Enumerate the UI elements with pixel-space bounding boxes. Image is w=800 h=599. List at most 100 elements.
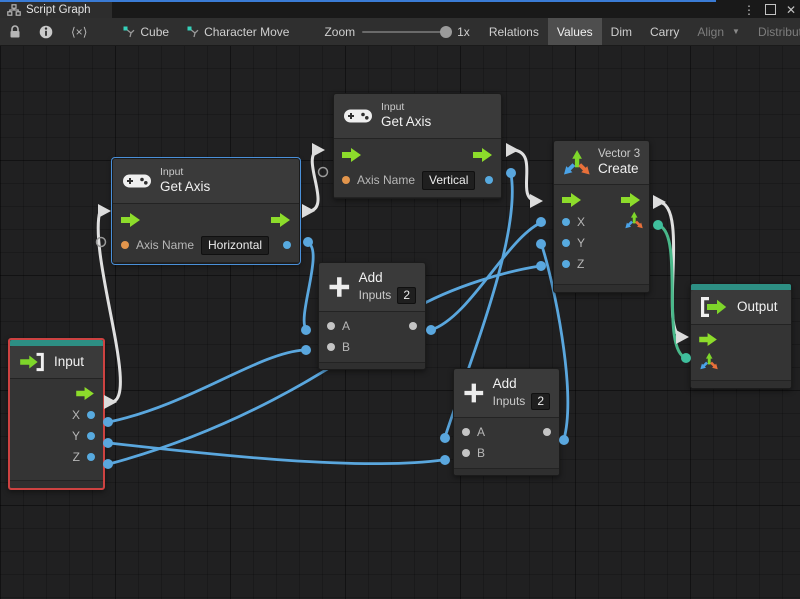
zoom-slider-handle[interactable]	[440, 26, 452, 38]
add2-a-port[interactable]	[440, 433, 450, 443]
port-y-input[interactable]	[562, 239, 570, 247]
vector3-input-port-icon[interactable]	[699, 352, 718, 371]
gamepad-icon	[122, 172, 152, 190]
getaxis-v-axisname-unconnected-port[interactable]	[319, 168, 328, 177]
wire-add1-to-vector3-x	[431, 223, 540, 330]
kebab-menu-icon[interactable]: ⋮	[743, 4, 755, 16]
control-in-arrow-icon	[121, 213, 141, 227]
control-in-arrow-icon	[342, 148, 362, 162]
getaxis-h-control-in-port[interactable]	[98, 204, 111, 218]
getaxis-h-control-out-port[interactable]	[302, 204, 315, 218]
node-title: Get Axis	[160, 179, 210, 196]
node-title: Output	[737, 299, 778, 316]
dim-toggle[interactable]: Dim	[602, 18, 641, 45]
breadcrumb-label: Character Move	[204, 25, 289, 39]
port-label-z: Z	[73, 450, 80, 464]
port-a-input[interactable]	[327, 322, 335, 330]
port-x-input[interactable]	[562, 218, 570, 226]
port-z-input[interactable]	[562, 260, 570, 268]
getaxis-h-axisname-unconnected-port[interactable]	[97, 238, 106, 247]
dropdown-label: Align	[697, 25, 724, 39]
getaxis-v-control-in-port[interactable]	[312, 143, 325, 157]
info-button[interactable]	[30, 18, 62, 45]
node-vector3-create[interactable]: Vector 3 Create X Y Z	[553, 140, 650, 293]
port-a-input[interactable]	[462, 428, 470, 436]
wire-getaxis-vertical-to-vector3	[513, 150, 536, 201]
node-footer	[113, 262, 299, 263]
close-icon[interactable]: ✕	[786, 4, 796, 16]
vector3-icon	[562, 149, 590, 177]
inputs-label: Inputs	[359, 288, 392, 303]
control-in-arrow-icon	[562, 193, 582, 207]
node-footer	[454, 468, 559, 475]
lock-icon	[9, 25, 21, 39]
node-get-axis-vertical[interactable]: Input Get Axis Axis Name Vertical	[333, 93, 502, 199]
getaxis-v-result-port[interactable]	[506, 168, 516, 178]
lock-button[interactable]	[0, 18, 30, 45]
axis-name-input-port[interactable]	[121, 241, 129, 249]
tab-title: Script Graph	[26, 4, 91, 16]
vector3-control-out-port[interactable]	[653, 195, 666, 209]
unity-script-graph-window: { "window": { "tab_title": "Script Graph…	[0, 0, 800, 599]
port-b-input[interactable]	[462, 449, 470, 457]
getaxis-v-control-out-port[interactable]	[506, 143, 519, 157]
output-control-in-port[interactable]	[676, 330, 689, 344]
align-dropdown[interactable]: Align ▼	[688, 18, 749, 45]
zoom-slider[interactable]	[362, 31, 450, 33]
node-add-2[interactable]: Add Inputs 2 A B	[453, 368, 560, 476]
dropdown-label: Distribute	[758, 25, 800, 39]
node-footer	[334, 197, 501, 198]
sum-output-port[interactable]	[409, 322, 417, 330]
add2-sum-port[interactable]	[559, 435, 569, 445]
node-get-axis-horizontal[interactable]: Input Get Axis Axis Name Horizontal	[112, 158, 300, 264]
node-add-1[interactable]: Add Inputs 2 A B	[318, 262, 426, 370]
graph-breadcrumb-cube[interactable]: Cube	[114, 18, 178, 45]
port-label-x: X	[577, 215, 585, 229]
vector3-y-port[interactable]	[536, 239, 546, 249]
result-output-port[interactable]	[485, 176, 493, 184]
node-output-event[interactable]: Output	[690, 283, 792, 389]
port-x-output[interactable]	[87, 411, 95, 419]
node-title: Add	[493, 376, 550, 393]
port-z-output[interactable]	[87, 453, 95, 461]
add1-sum-port[interactable]	[426, 325, 436, 335]
graph-breadcrumb-character-move[interactable]: Character Move	[178, 18, 298, 45]
info-icon	[39, 25, 53, 39]
getaxis-h-result-port[interactable]	[303, 237, 313, 247]
gamepad-icon	[343, 107, 373, 125]
result-output-port[interactable]	[283, 241, 291, 249]
port-y-output[interactable]	[87, 432, 95, 440]
wire-vector3-result-to-output	[660, 226, 686, 358]
distribute-dropdown[interactable]: Distribute ▼	[749, 18, 800, 45]
inputs-count-field[interactable]: 2	[397, 287, 416, 304]
add1-a-port[interactable]	[301, 325, 311, 335]
input-control-out-port[interactable]	[104, 395, 117, 409]
vector3-control-in-port[interactable]	[530, 194, 543, 208]
toggle-label: Relations	[489, 25, 539, 39]
vector3-result-port[interactable]	[653, 220, 663, 230]
sum-output-port[interactable]	[543, 428, 551, 436]
carry-toggle[interactable]: Carry	[641, 18, 688, 45]
relations-toggle[interactable]: Relations	[480, 18, 548, 45]
node-footer	[10, 480, 103, 488]
graph-canvas[interactable]: Input X Y Z	[0, 45, 800, 599]
tab-script-graph[interactable]: Script Graph	[0, 2, 112, 18]
node-input-event[interactable]: Input X Y Z	[8, 338, 105, 490]
axis-name-input-port[interactable]	[342, 176, 350, 184]
vector3-output-port-icon[interactable]	[624, 211, 643, 230]
inputs-count-field[interactable]: 2	[531, 393, 550, 410]
code-view-button[interactable]: ⟨×⟩	[62, 18, 96, 45]
vector3-z-port[interactable]	[536, 261, 546, 271]
port-b-input[interactable]	[327, 343, 335, 351]
output-event-icon	[699, 296, 729, 318]
add2-b-port[interactable]	[440, 455, 450, 465]
axis-name-field[interactable]: Horizontal	[201, 236, 269, 255]
axis-name-field[interactable]: Vertical	[422, 171, 475, 190]
control-in-arrow-icon	[699, 333, 718, 346]
port-label-z: Z	[577, 257, 584, 271]
maximize-icon[interactable]	[765, 4, 776, 15]
values-toggle[interactable]: Values	[548, 18, 602, 45]
vector3-x-port[interactable]	[536, 217, 546, 227]
add1-b-port[interactable]	[301, 345, 311, 355]
breadcrumb-label: Cube	[140, 25, 169, 39]
